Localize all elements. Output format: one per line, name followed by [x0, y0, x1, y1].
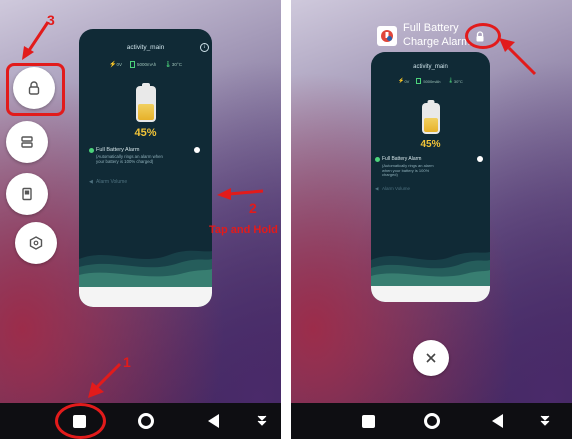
panel-divider	[281, 0, 291, 439]
circle-icon	[424, 413, 440, 429]
alarm-description: (Automatically rings an alarm when your …	[382, 163, 434, 178]
alarm-title: Full Battery Alarm	[96, 147, 140, 153]
window-icon	[22, 187, 32, 201]
app-header: Full Battery Charge Alarm	[377, 22, 470, 50]
close-button[interactable]	[413, 340, 449, 376]
capacity-value: 5000mAh	[137, 62, 157, 67]
card-footer	[371, 286, 490, 302]
voltage-value: 0V	[404, 78, 410, 84]
voltage-value: 0V	[116, 62, 123, 67]
arrow-step3	[22, 21, 50, 60]
triangle-icon	[207, 414, 219, 428]
battery-fill	[424, 118, 438, 132]
step-1-label: 1	[123, 354, 131, 370]
battery-graphic	[136, 83, 156, 122]
arrow-step2	[217, 188, 264, 200]
alarm-indicator-icon	[89, 148, 94, 153]
temperature-value: 30°C	[453, 78, 463, 84]
chevron-down-icon	[257, 415, 267, 426]
tap-and-hold-label: Tap and Hold	[209, 224, 278, 236]
recents-button[interactable]	[358, 411, 378, 431]
alarm-toggle[interactable]	[194, 147, 200, 153]
app-preview-card[interactable]: activity_main i ⚡ 0V 5000mAh 🌡 30°C 45% Fu…	[79, 29, 212, 307]
close-icon	[426, 353, 436, 363]
chevron-down-icon	[540, 415, 550, 426]
app-icon[interactable]	[377, 25, 397, 46]
arrow-lock	[499, 38, 537, 76]
alarm-indicator-icon	[375, 157, 380, 162]
battery-percent: 45%	[420, 139, 441, 150]
alarm-volume-label: Alarm Volume	[96, 179, 128, 185]
left-screenshot: activity_main i ⚡ 0V 5000mAh 🌡 30°C 45% Fu…	[0, 0, 281, 439]
app-preview-card[interactable]: activity_main ⚡ 0V 5000mAh 🌡 30°C 45% Full…	[371, 52, 490, 302]
alarm-volume-label: Alarm Volume	[382, 186, 411, 191]
hexagon-icon	[29, 236, 43, 250]
highlight-box-step3	[6, 63, 65, 116]
split-screen-button[interactable]	[6, 121, 48, 163]
battery-small-icon	[416, 78, 422, 84]
back-button[interactable]	[487, 411, 507, 431]
card-title: activity_main	[126, 44, 165, 51]
app-name-line1: Full Battery	[403, 22, 459, 34]
alarm-toggle[interactable]	[477, 156, 483, 162]
card-title: activity_main	[413, 64, 448, 70]
triangle-icon	[491, 414, 503, 428]
home-button[interactable]	[422, 411, 442, 431]
battery-percent: 45%	[134, 127, 157, 139]
app-name: Full Battery Charge Alarm	[403, 22, 470, 50]
arrow-step1	[88, 362, 122, 398]
card-footer	[79, 287, 212, 307]
back-button[interactable]	[203, 411, 223, 431]
temperature-value: 30°C	[171, 62, 182, 67]
alarm-title: Full Battery Alarm	[382, 156, 422, 162]
step-2-label: 2	[249, 200, 257, 216]
navigation-bar	[291, 403, 572, 439]
highlight-oval-step1	[55, 403, 106, 439]
stats-row: ⚡ 0V 5000mAh 🌡 30°C	[371, 78, 490, 84]
battery-graphic	[422, 100, 440, 134]
battery-fill	[138, 104, 154, 120]
square-icon	[361, 414, 375, 428]
stats-row: ⚡ 0V 5000mAh 🌡 30°C	[79, 61, 212, 68]
volume-icon: ◀	[89, 179, 93, 185]
battery-small-icon	[130, 61, 136, 68]
app-name-line2: Charge Alarm	[403, 35, 471, 48]
hide-nav-button[interactable]	[252, 411, 272, 431]
wave-decoration	[371, 252, 490, 286]
thermometer-icon: 🌡	[164, 62, 172, 68]
bolt-icon: ⚡	[109, 62, 117, 68]
navigation-bar	[0, 403, 281, 439]
right-screenshot: Full Battery Charge Alarm activity_main …	[291, 0, 572, 439]
info-icon[interactable]: i	[200, 43, 209, 52]
volume-icon: ◀	[375, 186, 379, 191]
capacity-value: 5000mAh	[423, 78, 441, 84]
home-button[interactable]	[136, 411, 156, 431]
circle-icon	[138, 413, 154, 429]
hide-nav-button[interactable]	[535, 411, 555, 431]
freeform-window-button[interactable]	[6, 173, 48, 215]
split-screen-icon	[21, 136, 33, 148]
alarm-description: (Automatically rings an alarm when your …	[96, 154, 163, 164]
wave-decoration	[79, 250, 212, 287]
alarm-app-icon	[381, 29, 393, 42]
app-settings-button[interactable]	[15, 222, 57, 264]
